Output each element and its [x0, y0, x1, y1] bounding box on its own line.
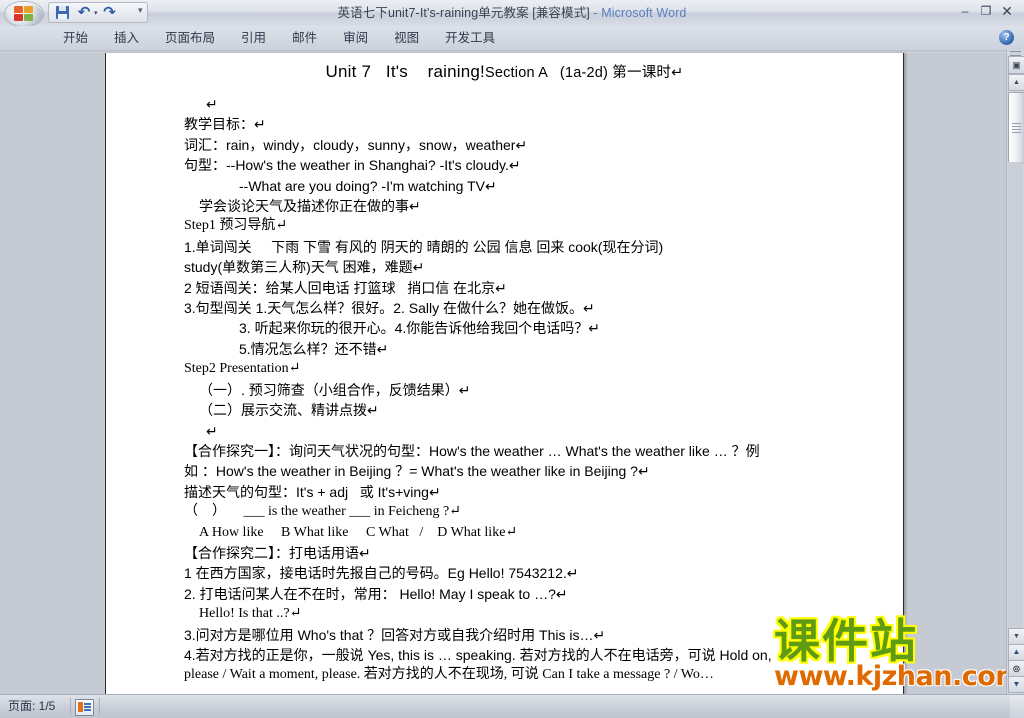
- tab-insert[interactable]: 插入: [101, 26, 152, 50]
- scroll-up-arrow-icon[interactable]: ▲: [1008, 74, 1024, 91]
- doc-line: 学会谈论天气及描述你正在做的事↵: [199, 198, 421, 215]
- doc-line: 3.句型闯关 1.天气怎么样？很好。2. Sally 在做什么？她在做饭。↵: [184, 300, 595, 317]
- next-page-button[interactable]: ⯆: [1008, 676, 1024, 693]
- doc-line: 词汇：rain，windy，cloudy，sunny，snow，weather↵: [184, 136, 528, 153]
- heading-section-part: Section A (1a-2d) 第一课时↵: [484, 65, 684, 81]
- tab-home[interactable]: 开始: [50, 26, 101, 50]
- tab-review[interactable]: 审阅: [330, 26, 381, 50]
- doc-line: （二）展示交流、精讲点拨↵: [199, 402, 379, 419]
- doc-line: Step2 Presentation↵: [184, 361, 301, 377]
- doc-line: 2 短语闯关：给某人回电话 打篮球 捎口信 在北京↵: [184, 279, 507, 296]
- doc-line: 描述天气的句型：It's + adj 或 It's+ving↵: [184, 483, 441, 500]
- window-title: 英语七下unit7-It's-raining单元教案 [兼容模式] - Micr…: [0, 0, 1024, 26]
- doc-line: 【合作探究一】：询问天气状况的句型：How's the weather … Wh…: [184, 442, 760, 459]
- doc-line: 教学目标：↵: [184, 116, 266, 133]
- view-ruler-button[interactable]: ▣: [1008, 56, 1024, 74]
- status-bar-right-cap: [1010, 695, 1024, 718]
- tab-developer[interactable]: 开发工具: [432, 26, 508, 50]
- previous-page-button[interactable]: ⯅: [1008, 644, 1024, 661]
- doc-line: Hello! Is that ..?↵: [199, 606, 302, 622]
- document-page[interactable]: Unit 7 It's raining!Section A (1a-2d) 第一…: [105, 53, 904, 695]
- doc-line: Step1 预习导航↵: [184, 218, 288, 234]
- ribbon-tab-strip: 开始 插入 页面布局 引用 邮件 审阅 视图 开发工具 ?: [0, 26, 1024, 51]
- doc-line: --What are you doing? -I'm watching TV↵: [239, 177, 497, 194]
- doc-line: 1.单词闯关 下雨 下雪 有风的 阴天的 晴朗的 公园 信息 回来 cook(现…: [184, 238, 664, 255]
- close-button[interactable]: ✕: [998, 3, 1016, 19]
- doc-line: 3. 听起来你玩的很开心。4.你能告诉他给我回个电话吗？↵: [239, 320, 600, 337]
- help-icon[interactable]: ?: [999, 30, 1014, 45]
- minimize-button[interactable]: –: [956, 3, 974, 19]
- tab-mailings[interactable]: 邮件: [279, 26, 330, 50]
- scrollbar-track[interactable]: [1008, 162, 1023, 630]
- ribbon-tabs: 开始 插入 页面布局 引用 邮件 审阅 视图 开发工具: [50, 26, 508, 50]
- tab-references[interactable]: 引用: [228, 26, 279, 50]
- title-bar: ↶ ▾ ↷ ▾ 英语七下unit7-It's-raining单元教案 [兼容模式…: [0, 0, 1024, 27]
- status-divider: [99, 698, 100, 715]
- document-work-area: Unit 7 It's raining!Section A (1a-2d) 第一…: [0, 50, 1024, 695]
- document-view-icon[interactable]: [75, 699, 94, 716]
- document-content: Unit 7 It's raining!Section A (1a-2d) 第一…: [106, 53, 903, 686]
- doc-line: study(单数第三人称)天气 困难，难题↵: [184, 259, 425, 276]
- scroll-down-arrow-icon[interactable]: ▼: [1008, 628, 1024, 645]
- doc-line: 3.问对方是哪位用 Who's that ？回答对方或自我介绍时用 This i…: [184, 626, 606, 643]
- status-bar: 页面: 1/5: [0, 694, 1024, 718]
- document-body: ↵ 教学目标：↵ 词汇：rain，windy，cloudy，sunny，snow…: [106, 94, 903, 686]
- doc-line: 如 ：How's the weather in Beijing ？= What'…: [184, 463, 650, 480]
- doc-line: 5.情况怎么样？还不错↵: [239, 340, 389, 357]
- doc-line: 1 在西方国家，接电话时先报自己的号码。Eg Hello! 7543212.↵: [184, 565, 579, 582]
- word-application-window: ↶ ▾ ↷ ▾ 英语七下unit7-It's-raining单元教案 [兼容模式…: [0, 0, 1024, 718]
- scrollbar-grip-icon: [1012, 123, 1021, 133]
- heading-unit-part: Unit 7 It's raining!: [325, 62, 485, 81]
- doc-line: ↵: [206, 422, 218, 439]
- tab-page-layout[interactable]: 页面布局: [152, 26, 228, 50]
- vertical-scrollbar[interactable]: ▣ ▲ ▼ ⯅ ◎ ⯆: [1006, 50, 1024, 695]
- document-name: 英语七下unit7-It's-raining单元教案 [兼容模式]: [337, 6, 590, 20]
- doc-line: 4.若对方找的正是你，一般说 Yes, this is … speaking. …: [184, 646, 772, 663]
- document-heading: Unit 7 It's raining!Section A (1a-2d) 第一…: [106, 61, 903, 82]
- title-separator: -: [589, 6, 602, 20]
- doc-line: please / Wait a moment, please. 若对方找的人不在…: [184, 667, 714, 683]
- doc-line: ↵: [206, 96, 218, 112]
- doc-line: （ ） ___ is the weather ___ in Feicheng ?…: [184, 504, 461, 520]
- doc-line: A How like B What like C What / D What l…: [199, 524, 518, 540]
- status-divider: [70, 698, 71, 715]
- scrollbar-thumb[interactable]: [1008, 92, 1024, 164]
- doc-line: 【合作探究二】：打电话用语↵: [184, 544, 371, 561]
- doc-line: 2. 打电话问某人在不在时，常用： Hello! May I speak to …: [184, 585, 568, 602]
- doc-line: （一）. 预习筛查（小组合作，反馈结果）↵: [199, 381, 471, 398]
- select-browse-object-button[interactable]: ◎: [1008, 660, 1024, 677]
- page-indicator[interactable]: 页面: 1/5: [8, 695, 55, 718]
- tab-view[interactable]: 视图: [381, 26, 432, 50]
- doc-line: 句型：--How's the weather in Shanghai? -It'…: [184, 157, 521, 174]
- restore-button[interactable]: ❐: [977, 3, 995, 19]
- application-name: Microsoft Word: [601, 6, 687, 20]
